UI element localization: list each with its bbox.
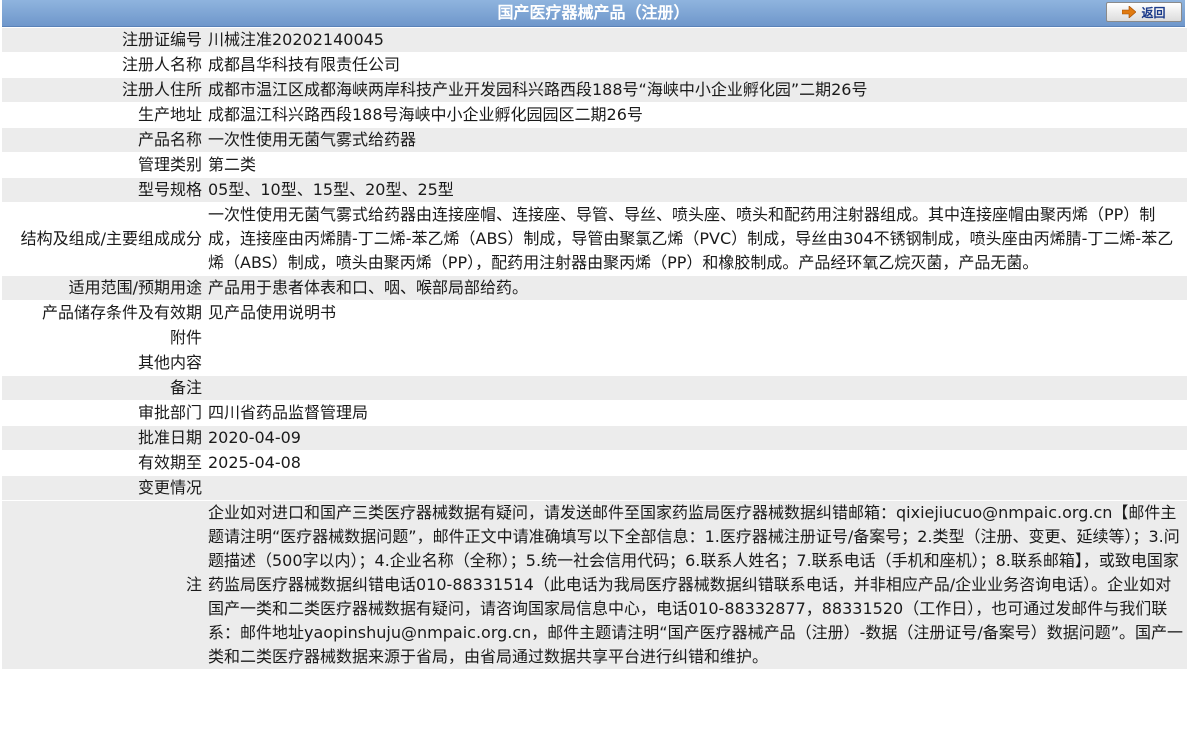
field-value: 05型、10型、15型、20型、25型: [205, 178, 1187, 202]
field-value: 一次性使用无菌气雾式给药器: [205, 128, 1187, 152]
field-value: 四川省药品监督管理局: [205, 401, 1187, 425]
field-value: [205, 476, 1187, 500]
row-registrant-name: 注册人名称 成都昌华科技有限责任公司: [2, 53, 1187, 77]
field-value: 成都温江科兴路西段188号海峡中小企业孵化园园区二期26号: [205, 103, 1187, 127]
field-label: 产品名称: [2, 128, 205, 152]
detail-table: 注册证编号 川械注准20202140045 注册人名称 成都昌华科技有限责任公司…: [2, 27, 1187, 670]
row-management-class: 管理类别 第二类: [2, 153, 1187, 177]
row-storage-validity: 产品储存条件及有效期 见产品使用说明书: [2, 301, 1187, 325]
row-reg-number: 注册证编号 川械注准20202140045: [2, 28, 1187, 52]
row-valid-until: 有效期至 2025-04-08: [2, 451, 1187, 475]
field-label: 注册证编号: [2, 28, 205, 52]
page-title: 国产医疗器械产品（注册）: [497, 3, 690, 22]
field-value: 成都昌华科技有限责任公司: [205, 53, 1187, 77]
field-value: 川械注准20202140045: [205, 28, 1187, 52]
row-changes: 变更情况: [2, 476, 1187, 500]
field-value: [205, 376, 1187, 400]
row-approval-date: 批准日期 2020-04-09: [2, 426, 1187, 450]
row-approval-dept: 审批部门 四川省药品监督管理局: [2, 401, 1187, 425]
field-label: 注册人名称: [2, 53, 205, 77]
field-value: [205, 351, 1187, 375]
row-structure-composition: 结构及组成/主要组成成分 一次性使用无菌气雾式给药器由连接座帽、连接座、导管、导…: [2, 203, 1187, 275]
field-label: 附件: [2, 326, 205, 350]
field-label: 其他内容: [2, 351, 205, 375]
field-label: 注册人住所: [2, 78, 205, 102]
field-label: 生产地址: [2, 103, 205, 127]
arrow-right-icon: [1122, 6, 1137, 18]
field-value: 产品用于患者体表和口、咽、喉部局部给药。: [205, 276, 1187, 300]
note-text: 企业如对进口和国产三类医疗器械数据有疑问，请发送邮件至国家药监局医疗器械数据纠错…: [205, 501, 1187, 669]
field-label: 审批部门: [2, 401, 205, 425]
row-intended-use: 适用范围/预期用途 产品用于患者体表和口、咽、喉部局部给药。: [2, 276, 1187, 300]
field-value: 2025-04-08: [205, 451, 1187, 475]
field-label: 有效期至: [2, 451, 205, 475]
field-value: 第二类: [205, 153, 1187, 177]
page-header: 国产医疗器械产品（注册） 返回: [2, 0, 1185, 27]
row-product-name: 产品名称 一次性使用无菌气雾式给药器: [2, 128, 1187, 152]
field-label: 结构及组成/主要组成成分: [2, 203, 205, 275]
row-remarks: 备注: [2, 376, 1187, 400]
field-label: 管理类别: [2, 153, 205, 177]
field-label: 型号规格: [2, 178, 205, 202]
field-label: 适用范围/预期用途: [2, 276, 205, 300]
field-value: 2020-04-09: [205, 426, 1187, 450]
back-button-label: 返回: [1141, 5, 1166, 20]
field-value: 见产品使用说明书: [205, 301, 1187, 325]
field-label: 变更情况: [2, 476, 205, 500]
field-value: [205, 326, 1187, 350]
row-note: 注 企业如对进口和国产三类医疗器械数据有疑问，请发送邮件至国家药监局医疗器械数据…: [2, 501, 1187, 669]
field-label: 批准日期: [2, 426, 205, 450]
row-production-address: 生产地址 成都温江科兴路西段188号海峡中小企业孵化园园区二期26号: [2, 103, 1187, 127]
row-attachments: 附件: [2, 326, 1187, 350]
row-registrant-address: 注册人住所 成都市温江区成都海峡两岸科技产业开发园科兴路西段188号“海峡中小企…: [2, 78, 1187, 102]
field-value: 成都市温江区成都海峡两岸科技产业开发园科兴路西段188号“海峡中小企业孵化园”二…: [205, 78, 1187, 102]
field-label: 备注: [2, 376, 205, 400]
row-model-spec: 型号规格 05型、10型、15型、20型、25型: [2, 178, 1187, 202]
back-button[interactable]: 返回: [1106, 2, 1182, 22]
field-label: 产品储存条件及有效期: [2, 301, 205, 325]
field-label: 注: [2, 501, 205, 669]
field-value: 一次性使用无菌气雾式给药器由连接座帽、连接座、导管、导丝、喷头座、喷头和配药用注…: [205, 203, 1187, 275]
row-other-content: 其他内容: [2, 351, 1187, 375]
